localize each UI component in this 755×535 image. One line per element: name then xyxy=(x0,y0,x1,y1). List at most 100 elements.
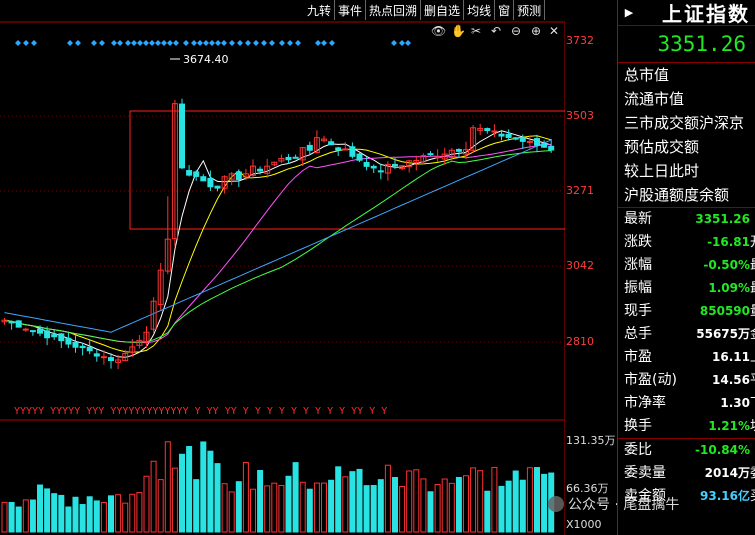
volume-bar xyxy=(420,478,427,533)
quote-extra: 下 xyxy=(750,392,755,415)
candle-body xyxy=(100,356,107,359)
volume-bar xyxy=(51,493,58,533)
zoom-out-icon[interactable]: ⊖ xyxy=(511,24,521,38)
quote-value: -16.81 xyxy=(707,235,750,249)
signal-diamond xyxy=(15,40,21,46)
quote-row: 委比 -10.84% xyxy=(618,438,755,462)
kline-chart[interactable]: 3674.40 YYYYY YYYYY YYY YYYYYYYYYYYYY Y Y… xyxy=(0,0,565,535)
candle-body xyxy=(22,328,29,331)
quote-key: 涨跌 xyxy=(624,234,652,250)
candle-body xyxy=(498,133,505,137)
quote-extra: 坊 xyxy=(750,415,755,438)
quote-key: 市盈(动) xyxy=(624,372,677,388)
signal-diamond xyxy=(245,40,251,46)
candle-body xyxy=(356,153,363,161)
candle-body xyxy=(285,156,292,161)
signal-diamond xyxy=(405,40,411,46)
candle-body xyxy=(377,170,384,173)
candle-body xyxy=(455,148,462,152)
candle-body xyxy=(484,128,491,132)
candle-body xyxy=(44,330,51,339)
quote-value: -0.50% xyxy=(703,258,750,272)
candle-body xyxy=(15,320,22,328)
quote-row: 市盈 16.11上 xyxy=(618,346,755,369)
quote-row: 总手 55675万金 xyxy=(618,323,755,346)
candle-body xyxy=(519,137,526,142)
volume-bar xyxy=(100,501,107,533)
volume-bar xyxy=(186,446,193,533)
quote-value: 1.21% xyxy=(708,419,750,433)
zoom-in-icon[interactable]: ⊕ xyxy=(531,24,541,38)
volume-bar xyxy=(264,485,271,533)
close-icon[interactable]: ✕ xyxy=(549,24,559,38)
scissors-icon[interactable]: ✂ xyxy=(471,24,481,38)
signal-diamond xyxy=(315,40,321,46)
quote-extra xyxy=(750,208,755,231)
signal-diamond xyxy=(31,40,37,46)
price-tick: 2810 xyxy=(566,335,594,348)
volume-bar xyxy=(477,470,484,533)
eye-icon[interactable]: 👁 xyxy=(431,24,446,38)
signal-diamond xyxy=(143,40,149,46)
quote-value: 2014万 xyxy=(704,466,750,480)
quote-extra: 委 xyxy=(750,462,755,485)
expand-icon[interactable]: ▶ xyxy=(618,6,640,19)
signal-row: YYYYY YYYYY YYY YYYYYYYYYYYYY Y YY YY Y … xyxy=(14,406,387,417)
volume-bar xyxy=(377,479,384,533)
quote-extra: 上 xyxy=(750,346,755,369)
undo-icon[interactable]: ↶ xyxy=(491,24,501,38)
quote-value: 55675万 xyxy=(696,327,750,341)
candle-body xyxy=(434,156,441,159)
volume-bar xyxy=(221,483,228,533)
volume-bar xyxy=(519,479,526,533)
quote-extra: 金 xyxy=(750,323,755,346)
quote-value: 3351.26 xyxy=(695,212,750,226)
quote-row: 市净率 1.30下 xyxy=(618,392,755,415)
volume-bar xyxy=(413,469,420,533)
volume-bar xyxy=(498,485,505,533)
volume-bar xyxy=(335,466,342,533)
volume-bar xyxy=(193,479,200,533)
candle-body xyxy=(427,153,434,156)
quote-row: 最新 3351.26 xyxy=(618,208,755,231)
index-name: 上证指数 xyxy=(662,2,750,26)
volume-tick: X1000 xyxy=(566,518,602,531)
volume-bar xyxy=(8,501,15,533)
candle-body xyxy=(72,341,79,348)
quote-value: 1.30 xyxy=(720,396,750,410)
quote-key: 委比 xyxy=(624,442,652,458)
signal-diamond xyxy=(75,40,81,46)
volume-bar xyxy=(484,490,491,533)
signal-diamond xyxy=(173,40,179,46)
volume-bar xyxy=(306,488,313,533)
volume-bar xyxy=(15,506,22,533)
volume-bar xyxy=(328,479,335,533)
ma60-line xyxy=(4,150,552,343)
candle-body xyxy=(86,346,93,352)
panel-label-1: 流通市值 xyxy=(624,90,685,108)
signal-diamond xyxy=(287,40,293,46)
panel-label-3: 预估成交额 xyxy=(624,138,700,156)
ma5-line xyxy=(4,130,552,358)
candle-body xyxy=(37,328,43,334)
volume-bar xyxy=(285,475,292,533)
volume-bar xyxy=(37,484,43,533)
signal-diamond xyxy=(203,40,209,46)
volume-bar xyxy=(448,482,455,533)
peak-label: 3674.40 xyxy=(183,53,229,66)
candle-body xyxy=(548,145,555,151)
volume-bar xyxy=(179,453,185,533)
quote-panel: ▶ 上证指数 3351.26 总市值 流通市值 三市成交额沪深京 预估成交额 较上日此时… xyxy=(617,0,755,535)
signal-diamond xyxy=(155,40,161,46)
hand-icon[interactable]: ✋ xyxy=(451,24,466,38)
quote-key: 振幅 xyxy=(624,280,652,296)
quote-value: 850590 xyxy=(699,304,750,318)
volume-bar xyxy=(491,466,498,533)
signal-diamond xyxy=(111,40,117,46)
quote-row: 委卖量 2014万委 xyxy=(618,462,755,485)
volume-bar xyxy=(370,485,377,533)
quote-extra: 买 xyxy=(750,485,755,508)
panel-label-2: 三市成交额沪深京 xyxy=(624,114,745,132)
volume-bar xyxy=(512,470,519,533)
candle-body xyxy=(93,353,100,357)
